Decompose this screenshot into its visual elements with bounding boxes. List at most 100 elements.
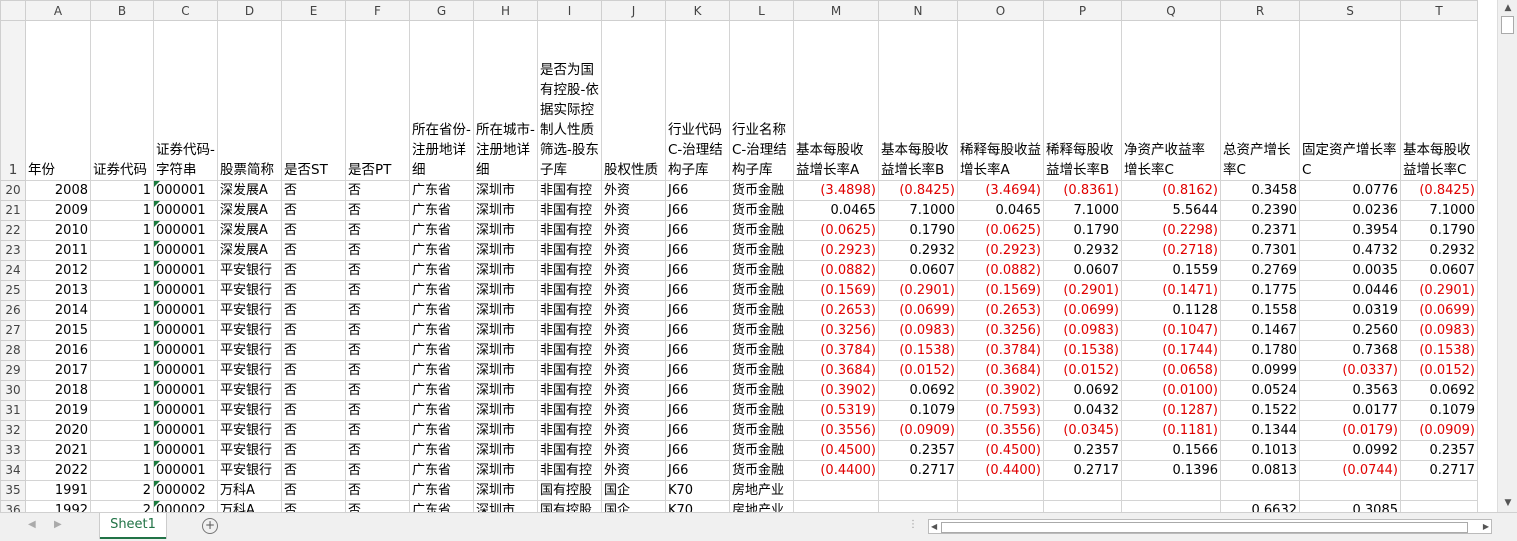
cell-N[interactable]: 0.2932 (878, 240, 958, 261)
cell-J[interactable]: 外资 (601, 420, 666, 441)
cell-H[interactable]: 深圳市 (473, 200, 538, 221)
column-header-G[interactable]: G (409, 0, 474, 21)
cell-A[interactable]: 2008 (25, 180, 91, 201)
spreadsheet-grid[interactable]: ABCDEFGHIJKLMNOPQRST 1 年份 证券代码 证券代码-字符串 股票简称… (0, 0, 1495, 512)
header-cell-M[interactable]: 基本每股收益增长率A (793, 20, 879, 181)
cell-F[interactable]: 否 (345, 500, 410, 512)
next-sheet-icon[interactable]: ▶ (54, 519, 62, 530)
cell-O[interactable]: (0.1569) (957, 280, 1044, 301)
cell-F[interactable]: 否 (345, 340, 410, 361)
column-header-S[interactable]: S (1299, 0, 1401, 21)
cell-M[interactable]: (0.3256) (793, 320, 879, 341)
cell-E[interactable]: 否 (281, 200, 346, 221)
cell-S[interactable]: 0.4732 (1299, 240, 1401, 261)
cell-H[interactable]: 深圳市 (473, 380, 538, 401)
cell-S[interactable]: 0.0776 (1299, 180, 1401, 201)
cell-M[interactable]: (0.0625) (793, 220, 879, 241)
cell-J[interactable]: 外资 (601, 380, 666, 401)
cell-G[interactable]: 广东省 (409, 320, 474, 341)
header-cell-A[interactable]: 年份 (25, 20, 91, 181)
cell-A[interactable]: 2019 (25, 400, 91, 421)
cell-R[interactable]: 0.1344 (1220, 420, 1300, 441)
cell-A[interactable]: 2021 (25, 440, 91, 461)
cell-M[interactable]: (0.4500) (793, 440, 879, 461)
cell-G[interactable]: 广东省 (409, 480, 474, 501)
cell-F[interactable]: 否 (345, 380, 410, 401)
cell-T[interactable]: (0.0152) (1400, 360, 1478, 381)
cell-S[interactable]: 0.3954 (1299, 220, 1401, 241)
header-cell-D[interactable]: 股票简称 (217, 20, 282, 181)
cell-D[interactable]: 平安银行 (217, 440, 282, 461)
cell-K[interactable]: J66 (665, 340, 730, 361)
cell-K[interactable]: J66 (665, 460, 730, 481)
cell-H[interactable]: 深圳市 (473, 260, 538, 281)
vertical-scroll-thumb[interactable] (1501, 16, 1514, 34)
cell-R[interactable]: 0.1775 (1220, 280, 1300, 301)
cell-B[interactable]: 1 (90, 180, 154, 201)
cell-O[interactable]: (0.0625) (957, 220, 1044, 241)
cell-K[interactable]: J66 (665, 420, 730, 441)
cell-R[interactable]: 0.6632 (1220, 500, 1300, 512)
cell-N[interactable]: 0.1079 (878, 400, 958, 421)
cell-G[interactable]: 广东省 (409, 380, 474, 401)
cell-N[interactable]: 0.1790 (878, 220, 958, 241)
cell-N[interactable] (878, 480, 958, 501)
cell-L[interactable]: 货币金融 (729, 320, 794, 341)
cell-C[interactable]: 000001 (153, 280, 218, 301)
header-cell-C[interactable]: 证券代码-字符串 (153, 20, 218, 181)
cell-L[interactable]: 货币金融 (729, 240, 794, 261)
cell-J[interactable]: 外资 (601, 240, 666, 261)
cell-C[interactable]: 000001 (153, 440, 218, 461)
cell-C[interactable]: 000002 (153, 500, 218, 512)
cell-P[interactable]: (0.0345) (1043, 420, 1122, 441)
cell-K[interactable]: J66 (665, 300, 730, 321)
cell-A[interactable]: 2022 (25, 460, 91, 481)
cell-H[interactable]: 深圳市 (473, 340, 538, 361)
cell-P[interactable]: 0.2717 (1043, 460, 1122, 481)
cell-R[interactable]: 0.3458 (1220, 180, 1300, 201)
cell-D[interactable]: 深发展A (217, 200, 282, 221)
cell-J[interactable]: 外资 (601, 340, 666, 361)
column-header-K[interactable]: K (665, 0, 730, 21)
header-cell-E[interactable]: 是否ST (281, 20, 346, 181)
cell-Q[interactable]: (0.0100) (1121, 380, 1221, 401)
cell-M[interactable]: (0.1569) (793, 280, 879, 301)
column-header-L[interactable]: L (729, 0, 794, 21)
cell-K[interactable]: J66 (665, 200, 730, 221)
cell-K[interactable]: J66 (665, 400, 730, 421)
header-cell-T[interactable]: 基本每股收益增长率C (1400, 20, 1478, 181)
cell-T[interactable] (1400, 480, 1478, 501)
cell-P[interactable]: 0.2932 (1043, 240, 1122, 261)
row-header[interactable]: 24 (0, 260, 26, 281)
cell-P[interactable]: 0.0607 (1043, 260, 1122, 281)
cell-Q[interactable] (1121, 480, 1221, 501)
cell-J[interactable]: 外资 (601, 180, 666, 201)
cell-M[interactable]: (0.2923) (793, 240, 879, 261)
cell-T[interactable]: 0.0607 (1400, 260, 1478, 281)
cell-M[interactable]: (0.2653) (793, 300, 879, 321)
cell-I[interactable]: 非国有控 (537, 400, 602, 421)
header-cell-F[interactable]: 是否PT (345, 20, 410, 181)
cell-D[interactable]: 平安银行 (217, 300, 282, 321)
cell-B[interactable]: 1 (90, 200, 154, 221)
cell-P[interactable] (1043, 480, 1122, 501)
cell-A[interactable]: 1992 (25, 500, 91, 512)
cell-P[interactable] (1043, 500, 1122, 512)
header-cell-R[interactable]: 总资产增长率C (1220, 20, 1300, 181)
cell-F[interactable]: 否 (345, 240, 410, 261)
cell-Q[interactable]: 0.1396 (1121, 460, 1221, 481)
cell-J[interactable]: 外资 (601, 260, 666, 281)
cell-E[interactable]: 否 (281, 320, 346, 341)
cell-Q[interactable]: (0.1471) (1121, 280, 1221, 301)
cell-N[interactable]: (0.0983) (878, 320, 958, 341)
cell-P[interactable]: (0.0152) (1043, 360, 1122, 381)
cell-D[interactable]: 平安银行 (217, 360, 282, 381)
cell-A[interactable]: 2015 (25, 320, 91, 341)
cell-J[interactable]: 国企 (601, 480, 666, 501)
cell-F[interactable]: 否 (345, 300, 410, 321)
column-header-C[interactable]: C (153, 0, 218, 21)
cell-C[interactable]: 000001 (153, 340, 218, 361)
cell-B[interactable]: 1 (90, 440, 154, 461)
row-header[interactable]: 23 (0, 240, 26, 261)
cell-A[interactable]: 2009 (25, 200, 91, 221)
